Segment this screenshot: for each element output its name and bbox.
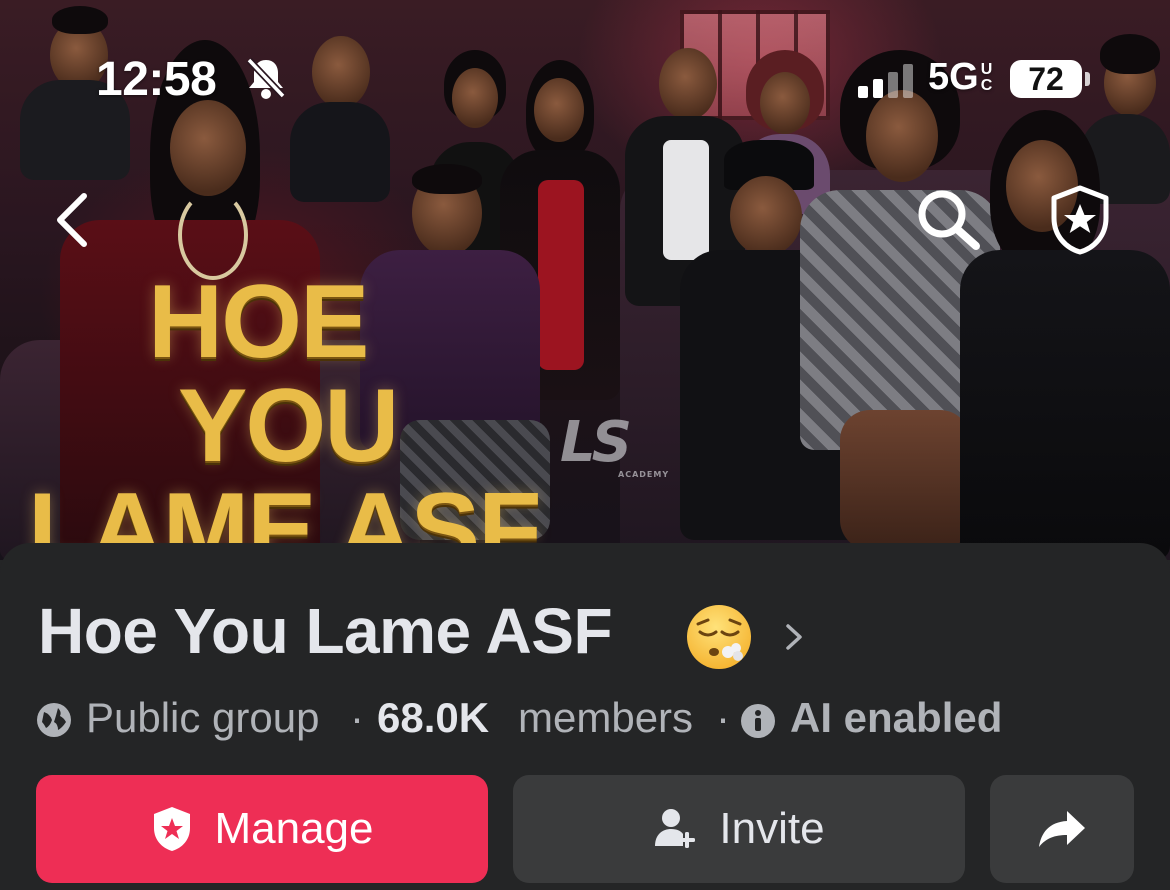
network-suffix: UC: [980, 61, 993, 94]
meta-separator: ·: [716, 694, 730, 741]
chevron-right-icon[interactable]: [782, 622, 806, 652]
manage-label: Manage: [214, 804, 374, 853]
invite-label: Invite: [719, 804, 825, 853]
face-exhaling-emoji-icon: [687, 605, 751, 669]
battery-indicator: 72: [1010, 60, 1082, 98]
cover-title-art: HOE YOU LAME ASF: [28, 270, 548, 560]
cover-title-line: YOU: [178, 368, 399, 484]
share-button[interactable]: [990, 775, 1134, 883]
cellular-signal-icon: [858, 64, 913, 98]
cover-title-line: HOE: [148, 264, 369, 380]
shield-star-icon[interactable]: [1046, 184, 1114, 256]
manage-button[interactable]: Manage: [36, 775, 488, 883]
battery-tip: [1085, 72, 1090, 86]
info-icon: [741, 704, 775, 738]
member-count[interactable]: 68.0K: [377, 694, 489, 742]
search-icon[interactable]: [914, 188, 984, 252]
status-time: 12:58: [96, 53, 217, 106]
network-type: 5G UC: [928, 56, 995, 99]
cover-figure: [960, 110, 1170, 560]
bell-off-icon: [246, 57, 286, 99]
add-person-icon: [655, 809, 696, 848]
watermark-subtext: ACADEMY: [618, 470, 670, 479]
cover-watermark: LS ACADEMY: [560, 410, 670, 480]
invite-button[interactable]: Invite: [513, 775, 965, 883]
network-label: 5G: [928, 56, 979, 98]
group-name[interactable]: Hoe You Lame ASF: [38, 594, 613, 668]
watermark-text: LS: [560, 410, 632, 475]
share-arrow-icon: [1039, 811, 1085, 847]
members-label[interactable]: members: [518, 694, 693, 742]
ai-enabled-label[interactable]: AI enabled: [790, 694, 1002, 742]
shield-star-icon: [154, 807, 191, 851]
group-privacy: Public group: [86, 694, 320, 741]
chevron-left-icon[interactable]: [50, 190, 94, 250]
meta-separator: ·: [350, 694, 364, 741]
globe-icon: [37, 703, 71, 737]
